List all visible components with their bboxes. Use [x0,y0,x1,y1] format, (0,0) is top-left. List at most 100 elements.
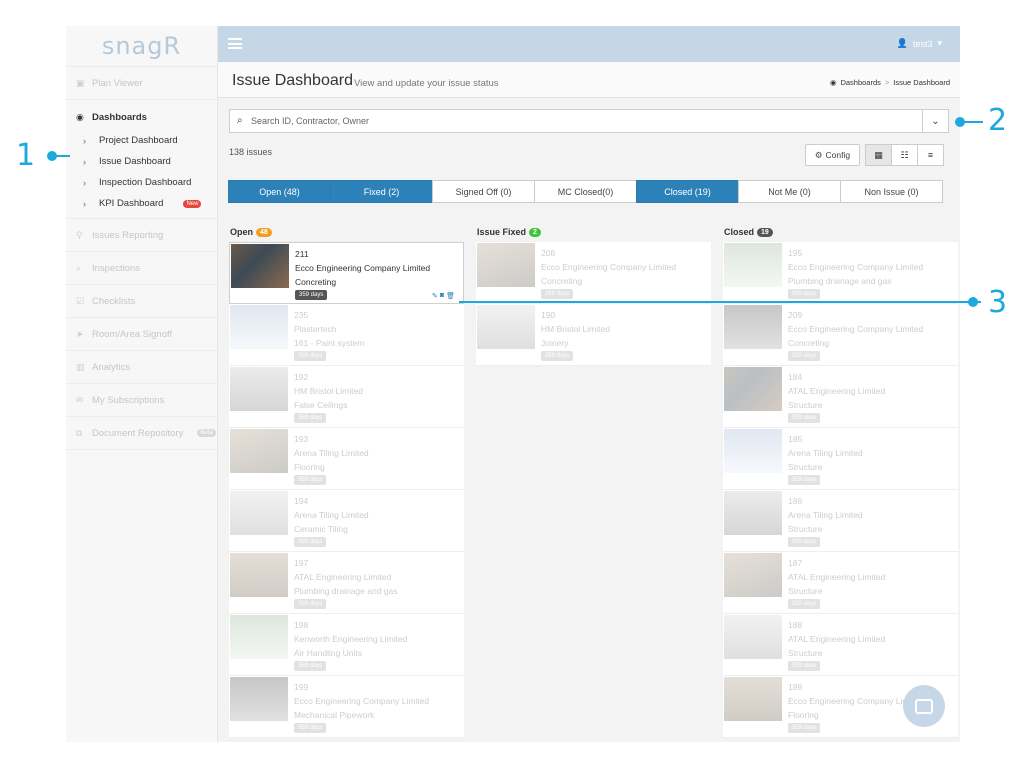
hamburger-menu-icon[interactable] [228,38,242,49]
issue-card[interactable]: 184 ATAL Engineering Limited Structure 359 … [723,366,958,428]
edit-icon[interactable]: ✎ [432,292,438,300]
tab-signed-off[interactable]: Signed Off (0) [432,180,535,203]
column-title: Open [230,227,254,237]
column-header: Closed 19 [723,222,958,242]
sidebar-item-document-repository[interactable]: ⧉ Document Repository Beta [66,417,217,449]
sidebar-item-analytics[interactable]: ▥ Analytics [66,351,217,383]
issue-photo [230,491,288,535]
trade-name: Plumbing drainage and gas [294,586,398,596]
issue-card[interactable]: 192 HM Bristol Limited False Ceilings 359 d… [229,366,464,428]
age-badge: 359 days [294,599,327,609]
issue-card[interactable]: 190 HM Bristol Limited Joinery 359 days [476,304,711,366]
sidebar-item-plan-viewer[interactable]: ▣ Plan Viewer [66,67,217,99]
sidebar-item-room-area-signoff[interactable]: ➤ Room/Area Signoff [66,318,217,350]
issue-card[interactable]: 193 Arena Tiling Limited Flooring 359 days [229,428,464,490]
issue-photo [724,677,782,721]
sidebar-item-label: Plan Viewer [92,77,143,89]
trade-name: Structure [788,648,823,658]
grid-view-button[interactable]: ▦ [865,144,892,166]
bar-chart-icon: ▥ [76,361,85,372]
age-badge: 359 days [788,599,821,609]
compact-view-button[interactable]: ≡ [917,144,944,166]
issue-card[interactable]: 187 ATAL Engineering Limited Structure 359 … [723,552,958,614]
sidebar-item-label: Document Repository [92,427,184,439]
issue-card[interactable]: 197 ATAL Engineering Limited Plumbing drai… [229,552,464,614]
sidebar-item-inspections[interactable]: ⌕ Inspections [66,252,217,284]
issue-card[interactable]: 199 Ecco Engineering Company Limited Mecha… [229,676,464,738]
issue-id: 186 [788,496,803,506]
chat-widget-button[interactable] [903,685,945,727]
breadcrumb-dashboards[interactable]: Dashboards [840,78,880,87]
issue-card[interactable]: 198 Kenworth Engineering Limited Air Handl… [229,614,464,676]
search-icon: ⌕ [237,115,243,126]
config-button[interactable]: ⚙ Config [805,144,860,166]
issue-id: 235 [294,310,309,320]
list-icon: ☷ [900,149,909,160]
sidebar-subitem-issue-dashboard[interactable]: › Issue Dashboard [66,151,217,172]
issue-photo [230,615,288,659]
trash-icon[interactable]: 🗑 [446,292,455,300]
sidebar-item-dashboards[interactable]: ◉ Dashboards [66,104,217,130]
chevron-right-icon: › [83,177,86,188]
age-badge: 359 days [541,351,574,361]
sidebar-subitem-project-dashboard[interactable]: › Project Dashboard [66,130,217,151]
issue-card[interactable]: 211 Ecco Engineering Company Limited Concr… [229,242,464,304]
tab-open[interactable]: Open (48) [228,180,331,203]
annotation-2: 2 [988,103,1008,138]
beta-badge: Beta [197,429,216,437]
contractor-name: Ecco Engineering Company Limited [294,696,430,706]
tab-closed[interactable]: Closed (19) [636,180,739,203]
issue-card[interactable]: 194 Arena Tiling Limited Ceramic Tiling 359… [229,490,464,552]
issue-card[interactable]: 209 Ecco Engineering Company Limited Concr… [723,304,958,366]
issue-card[interactable]: 195 Ecco Engineering Company Limited Plumb… [723,242,958,304]
sidebar-item-issues-reporting[interactable]: ⚲ Issues Reporting [66,219,217,251]
issue-id: 199 [294,682,309,692]
trade-name: Structure [788,586,823,596]
issue-card[interactable]: 188 ATAL Engineering Limited Structure 359 … [723,614,958,676]
sidebar-item-label: Checklists [92,295,136,307]
search-input[interactable] [251,113,911,129]
chevron-right-icon: › [83,135,86,146]
column-issue-fixed: Issue Fixed 2 208 Ecco Engineering Company … [476,222,711,366]
page-subtitle: View and update your issue status [354,78,499,89]
issue-photo [477,305,535,349]
tab-fixed[interactable]: Fixed (2) [330,180,433,203]
search-dropdown-toggle[interactable]: ⌄ [922,110,948,132]
sidebar-item-checklists[interactable]: ☑ Checklists [66,285,217,317]
caret-down-icon: ▾ [937,38,942,48]
issue-card[interactable]: 186 Arena Tiling Limited Structure 359 days [723,490,958,552]
list-view-button[interactable]: ☷ [891,144,918,166]
breadcrumb: ◉ Dashboards > Issue Dashboard [830,78,950,87]
issue-id: 193 [294,434,309,444]
trade-name: Concreting [788,338,830,348]
user-menu[interactable]: 👤 test3 ▾ [897,38,942,49]
issue-id: 190 [541,310,556,320]
tab-mc-closed[interactable]: MC Closed(0) [534,180,637,203]
column-open: Open 48 211 Ecco Engineering Company Limite… [229,222,464,738]
sidebar-subitem-kpi-dashboard[interactable]: › KPI Dashboard New [66,193,217,214]
contractor-name: ATAL Engineering Limited [294,572,392,582]
issue-card[interactable]: 208 Ecco Engineering Company Limited Concr… [476,242,711,304]
age-badge: 359 days [788,537,821,547]
logo: snagR [101,32,182,60]
trade-name: Flooring [788,710,819,720]
camera-icon[interactable]: ◙ [440,292,444,300]
issue-card[interactable]: 185 Arena Tiling Limited Structure 359 days [723,428,958,490]
trade-name: Ceramic Tiling [294,524,348,534]
sidebar-item-my-subscriptions[interactable]: ✉ My Subscriptions [66,384,217,416]
sidebar-item-label: My Subscriptions [92,394,165,406]
issue-photo [230,553,288,597]
issue-card[interactable]: 235 Plastertech 161 - Paint system 359 days [229,304,464,366]
search-icon: ⌕ [76,262,82,273]
trade-name: Air Handling Units [294,648,363,658]
tab-not-me[interactable]: Not Me (0) [738,180,841,203]
issue-photo [231,244,289,288]
sidebar-subitem-inspection-dashboard[interactable]: › Inspection Dashboard [66,172,217,193]
issue-photo [230,677,288,721]
issue-id: 189 [788,682,803,692]
top-bar: 👤 test3 ▾ [218,26,960,62]
issue-id: 184 [788,372,803,382]
issue-count: 138 issues [229,147,273,157]
issue-photo [724,553,782,597]
tab-non-issue[interactable]: Non Issue (0) [840,180,943,203]
